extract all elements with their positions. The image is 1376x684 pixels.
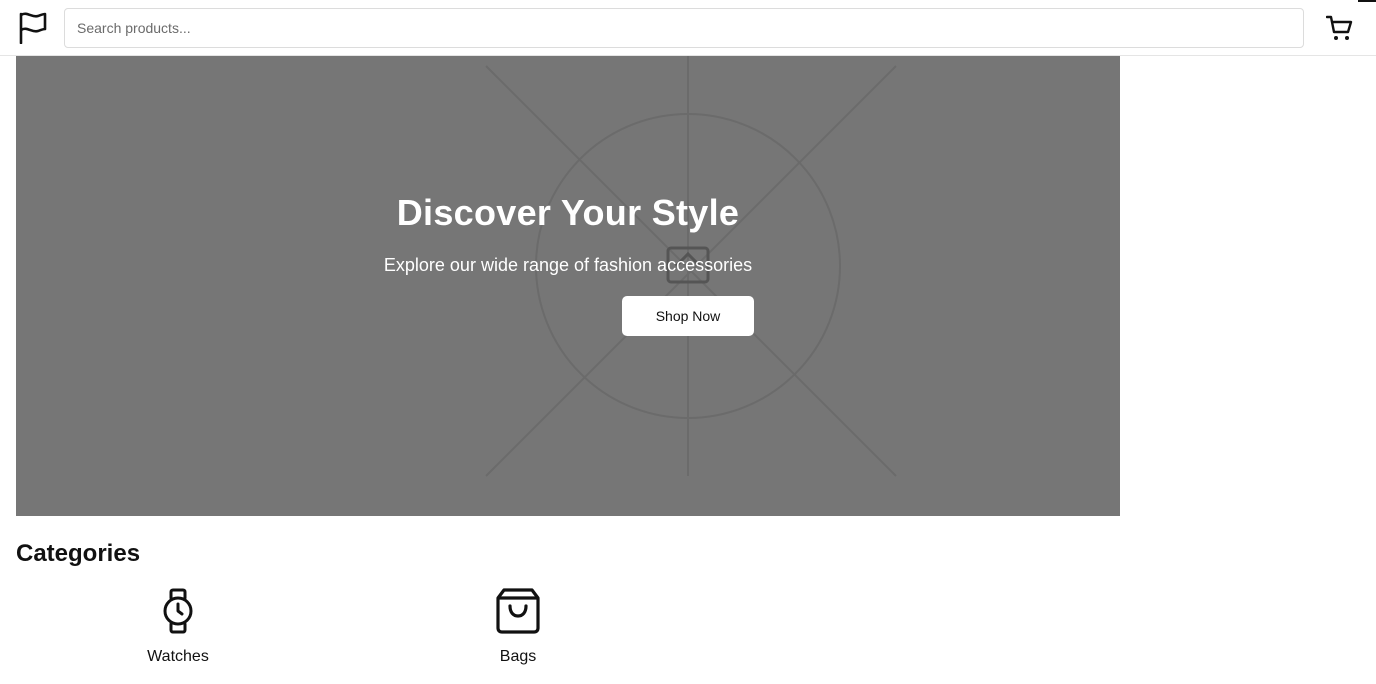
search-input[interactable] <box>64 8 1304 48</box>
category-label: Watches <box>147 648 209 665</box>
category-label: Bags <box>499 648 537 665</box>
hero-banner: Discover Your Style Explore our wide ran… <box>16 56 1120 516</box>
category-bags[interactable]: Bags <box>458 588 578 668</box>
cart-icon[interactable] <box>1326 14 1354 42</box>
site-header <box>0 0 1376 56</box>
flag-icon[interactable] <box>18 12 48 44</box>
category-watches[interactable]: Watches <box>118 588 238 668</box>
shopping-bag-icon <box>496 588 540 634</box>
hero-subtitle: Explore our wide range of fashion access… <box>383 255 753 275</box>
hero-background <box>485 56 897 477</box>
shop-now-button[interactable]: Shop Now <box>622 296 754 336</box>
watch-icon <box>163 588 193 634</box>
corner-mark <box>1358 0 1376 2</box>
categories-heading: Categories <box>16 540 141 567</box>
hero-title: Discover Your Style <box>396 192 740 233</box>
